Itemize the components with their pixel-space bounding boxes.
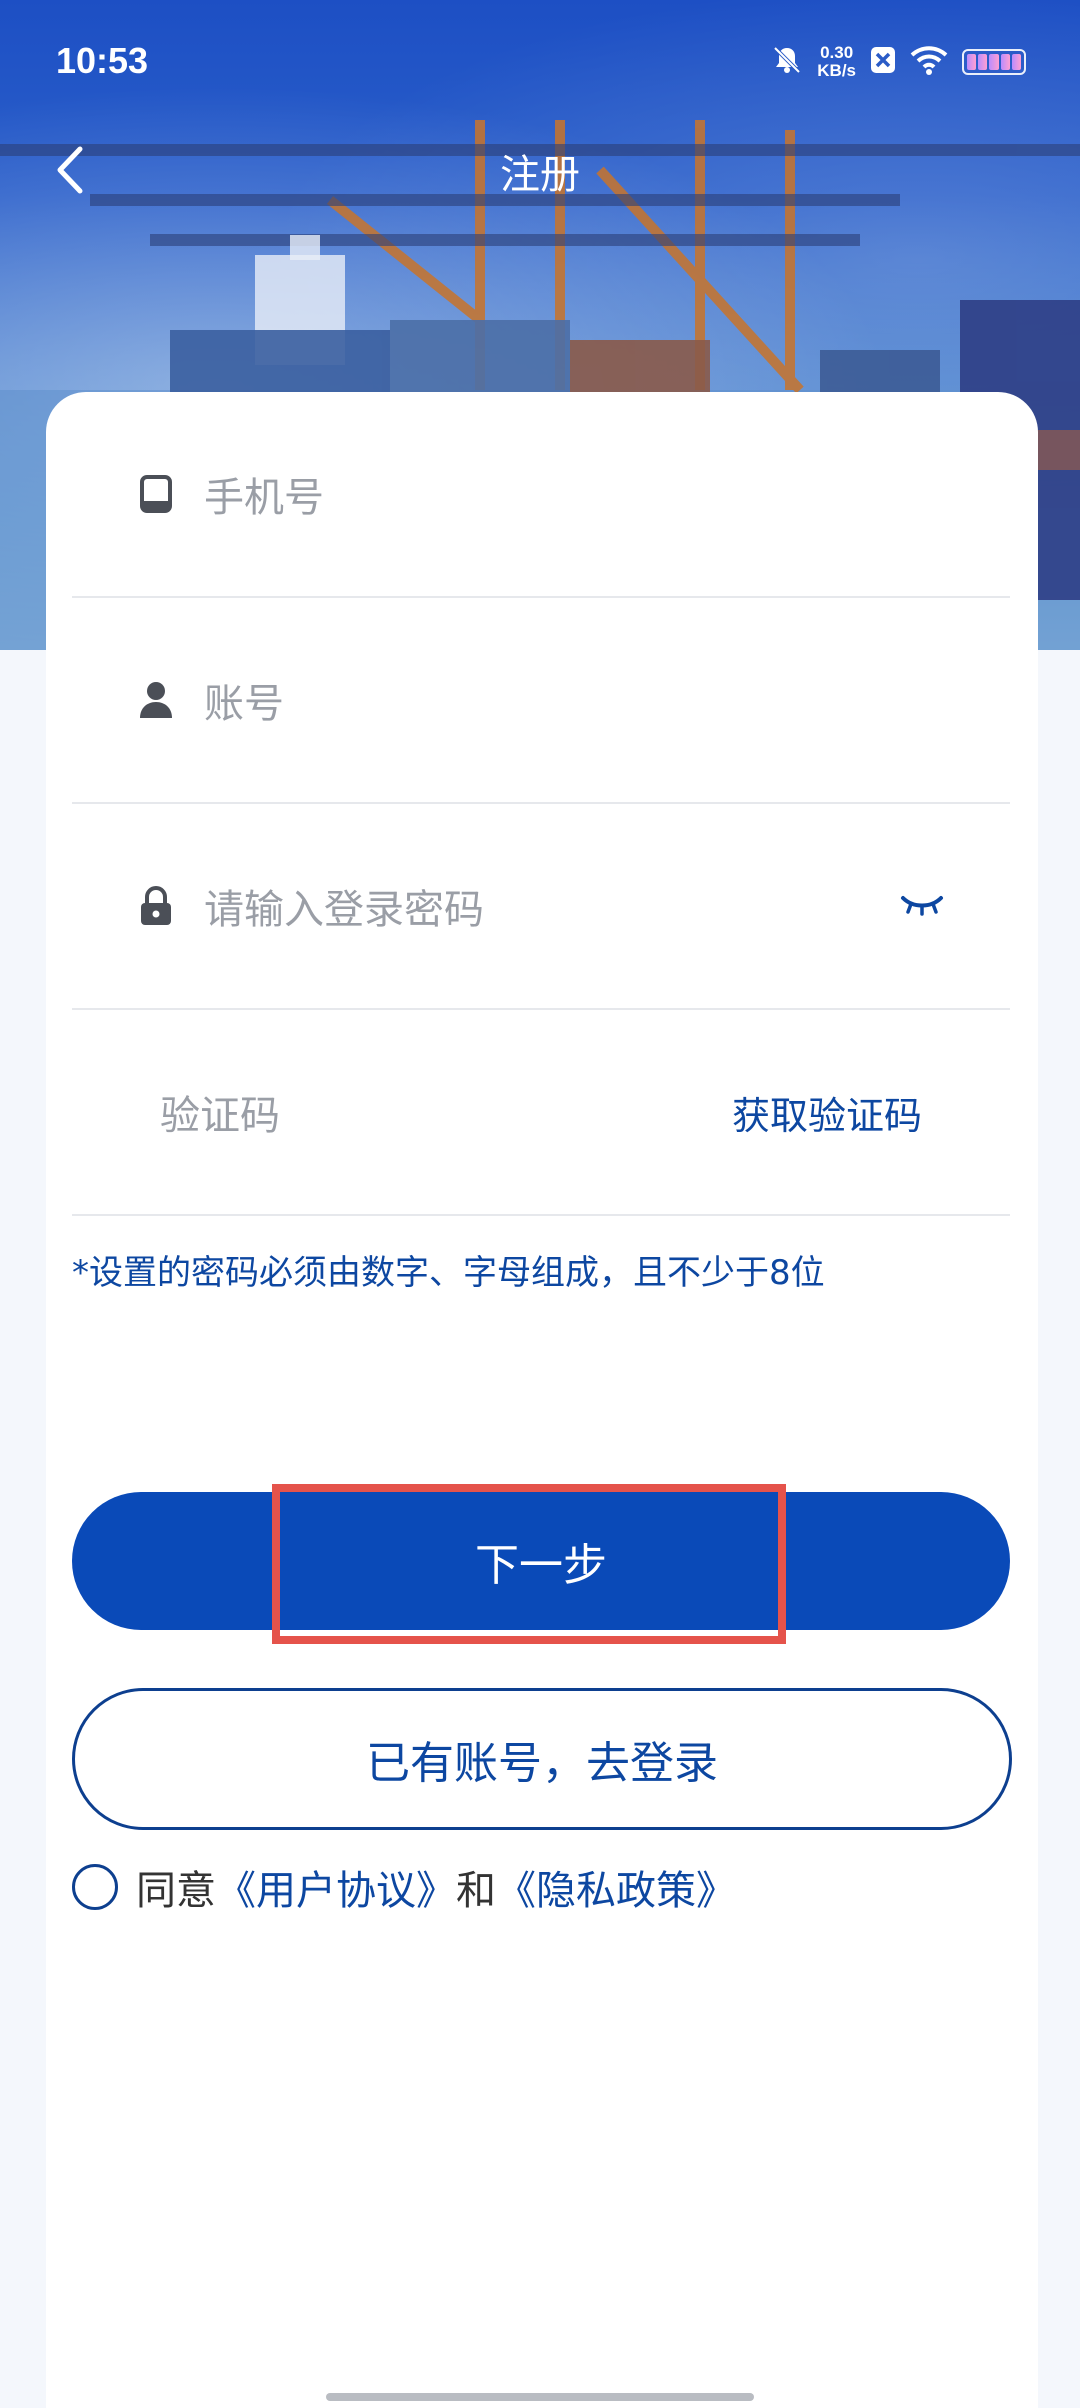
agree-connector: 和 (456, 1868, 496, 1914)
get-code-button[interactable]: 获取验证码 (732, 1010, 922, 1214)
phone-input[interactable]: 手机号 (204, 392, 324, 596)
go-login-button[interactable]: 已有账号，去登录 (72, 1688, 1012, 1830)
status-icons: 0.30 KB/s (771, 44, 1026, 80)
status-bar: 10:53 0.30 KB/s (0, 0, 1080, 120)
phone-icon (136, 392, 176, 596)
nav-bar: 注册 (0, 120, 1080, 220)
account-field[interactable]: 账号 (72, 598, 1010, 804)
network-speed-value: 0.30 (820, 43, 854, 62)
agreement-row: 同意 《用户协议》 和 《隐私政策》 (72, 1858, 736, 1916)
agree-prefix: 同意 (136, 1868, 216, 1914)
eye-closed-icon[interactable] (892, 804, 952, 1008)
password-field[interactable]: 请输入登录密码 (72, 804, 1010, 1010)
battery-icon (962, 49, 1026, 75)
verification-code-input[interactable]: 验证码 (160, 1010, 280, 1214)
password-rule-hint: *设置的密码必须由数字、字母组成，且不少于8位 (72, 1253, 825, 1293)
privacy-policy-link[interactable]: 《隐私政策》 (496, 1858, 736, 1916)
network-speed-unit: KB/s (817, 61, 856, 80)
wifi-icon (910, 45, 948, 79)
home-indicator[interactable] (326, 2393, 754, 2401)
highlight-box (272, 1484, 786, 1644)
mute-bell-icon (771, 44, 803, 80)
account-input[interactable]: 账号 (204, 598, 284, 802)
phone-field[interactable]: 手机号 (72, 392, 1010, 598)
lock-icon (136, 804, 176, 1008)
network-speed: 0.30 KB/s (817, 44, 856, 80)
page-title: 注册 (500, 152, 580, 198)
user-icon (136, 598, 176, 802)
user-agreement-link[interactable]: 《用户协议》 (216, 1858, 456, 1916)
password-input[interactable]: 请输入登录密码 (204, 804, 484, 1008)
close-box-icon (870, 46, 896, 78)
verification-code-field[interactable]: 验证码 获取验证码 (72, 1010, 1010, 1216)
agree-checkbox[interactable] (72, 1864, 118, 1910)
status-time: 10:53 (56, 40, 149, 81)
